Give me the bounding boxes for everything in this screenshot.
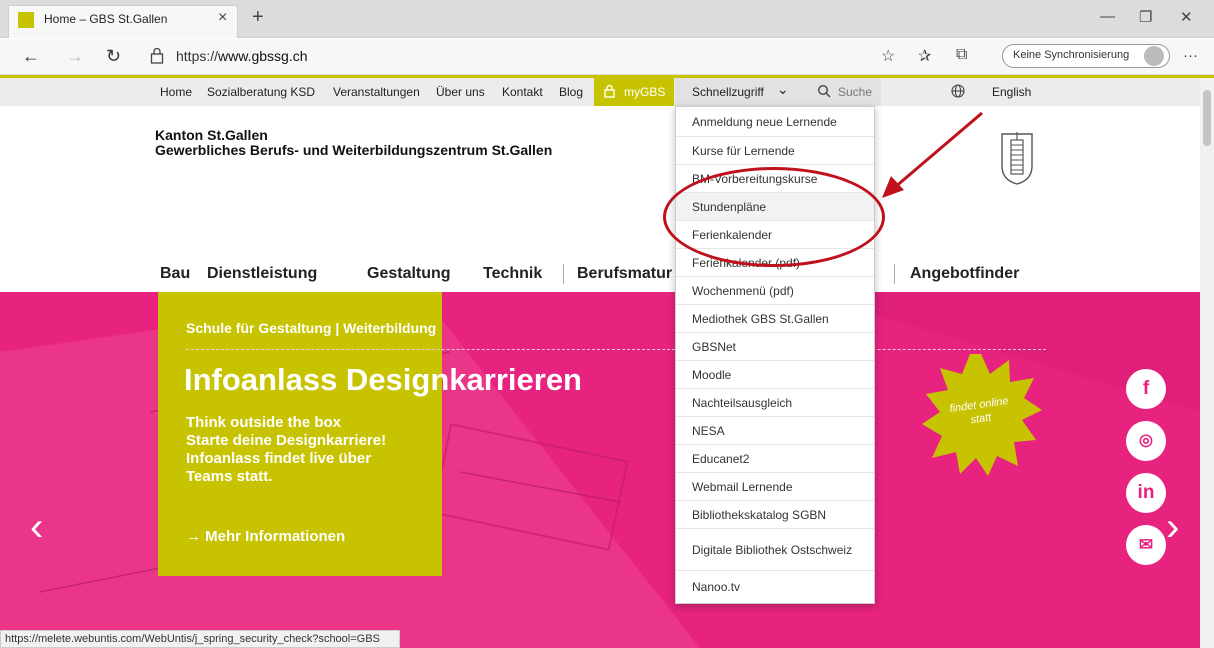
topnav-kontakt[interactable]: Kontakt (502, 85, 543, 99)
dropdown-item-webmail[interactable]: Webmail Lernende (676, 473, 874, 501)
header-line-2: Gewerbliches Berufs- und Weiterbildungsz… (155, 142, 553, 158)
star-icon[interactable]: ☆ (881, 46, 895, 66)
tab-title: Home – GBS St.Gallen (44, 12, 168, 26)
close-tab-icon[interactable]: × (218, 9, 227, 27)
carousel-next-icon[interactable]: › (1166, 505, 1179, 550)
more-icon[interactable]: ··· (1183, 47, 1198, 64)
hero-subtitle: Schule für Gestaltung | Weiterbildung (186, 320, 437, 336)
more-info-link[interactable]: → Mehr Informationen (186, 528, 345, 545)
annotation-circle (663, 167, 885, 267)
mail-icon[interactable]: ✉ (1126, 525, 1166, 565)
arrow-right-icon: → (186, 528, 206, 545)
dropdown-item-nanoo[interactable]: Nanoo.tv (676, 571, 874, 603)
dropdown-item-moodle[interactable]: Moodle (676, 361, 874, 389)
hero-body: Think outside the box Starte deine Desig… (186, 414, 386, 486)
mainnav-berufsmatur[interactable]: Berufsmatur (577, 265, 672, 283)
topnav-blog[interactable]: Blog (559, 85, 583, 99)
refresh-icon[interactable]: ↻ (106, 46, 121, 67)
nav-divider (563, 264, 564, 284)
nav-divider (894, 264, 895, 284)
avatar[interactable] (1144, 46, 1164, 66)
language-link[interactable]: English (992, 85, 1031, 99)
hero-title: Infoanlass Designkarrieren (184, 362, 582, 397)
dropdown-item-bibliothekskatalog[interactable]: Bibliothekskatalog SGBN (676, 501, 874, 529)
hero-divider (186, 349, 1046, 350)
coat-of-arms-logo[interactable] (1000, 128, 1034, 186)
chevron-down-icon: ⌄ (777, 81, 789, 97)
scrollbar-thumb[interactable] (1203, 90, 1211, 146)
dropdown-item-anmeldung[interactable]: Anmeldung neue Lernende (676, 107, 874, 137)
dropdown-item-kurse[interactable]: Kurse für Lernende (676, 137, 874, 165)
forward-icon[interactable]: → (66, 46, 84, 67)
header-line-1: Kanton St.Gallen (155, 127, 268, 143)
url-domain: www.gbssg.ch (218, 48, 308, 64)
mainnav-technik[interactable]: Technik (483, 265, 542, 283)
facebook-icon[interactable]: f (1126, 369, 1166, 409)
dropdown-item-wochenmenue[interactable]: Wochenmenü (pdf) (676, 277, 874, 305)
scrollbar[interactable] (1200, 78, 1214, 648)
lock-icon (150, 47, 164, 64)
carousel-prev-icon[interactable]: ‹ (30, 505, 43, 550)
topnav-ueber-uns[interactable]: Über uns (436, 85, 485, 99)
sync-label: Keine Synchronisierung (1013, 49, 1130, 61)
dropdown-item-digitale-bibliothek[interactable]: Digitale Bibliothek Ostschweiz (676, 529, 874, 571)
url-field[interactable]: https://www.gbssg.ch (176, 48, 308, 64)
lock-icon (604, 84, 615, 98)
topnav-veranstaltungen[interactable]: Veranstaltungen (333, 85, 420, 99)
topnav-home[interactable]: Home (160, 85, 192, 99)
dropdown-item-mediothek[interactable]: Mediothek GBS St.Gallen (676, 305, 874, 333)
url-prefix: https:// (176, 48, 219, 64)
topnav-sozialberatung[interactable]: Sozialberatung KSD (207, 85, 315, 99)
dropdown-item-nesa[interactable]: NESA (676, 417, 874, 445)
mainnav-angebotfinder[interactable]: Angebotfinder (910, 265, 1019, 283)
new-tab-button[interactable]: + (252, 6, 264, 29)
dropdown-item-nachteilsausgleich[interactable]: Nachteilsausgleich (676, 389, 874, 417)
status-bar-url: https://melete.webuntis.com/WebUntis/j_s… (0, 630, 400, 648)
favicon-icon (18, 12, 34, 28)
search-icon[interactable] (817, 84, 831, 98)
instagram-icon[interactable]: ◎ (1126, 421, 1166, 461)
search-input[interactable]: Suche (838, 85, 872, 99)
collections-icon[interactable]: ⧉ (956, 46, 967, 64)
hero-body-line: Starte deine Designkarriere! (186, 432, 387, 449)
hero-body-line: Infoanlass findet live über (186, 450, 372, 467)
mygbs-label: myGBS (624, 85, 666, 99)
annotation-arrow (882, 111, 983, 198)
linkedin-icon[interactable]: in (1126, 473, 1166, 513)
schnellzugriff-label: Schnellzugriff (692, 85, 764, 99)
mainnav-bau[interactable]: Bau (160, 265, 190, 283)
close-window-button[interactable]: ✕ (1180, 8, 1193, 26)
mainnav-gestaltung[interactable]: Gestaltung (367, 265, 451, 283)
back-icon[interactable]: ← (22, 46, 40, 67)
dropdown-item-educanet2[interactable]: Educanet2 (676, 445, 874, 473)
more-info-label: Mehr Informationen (205, 528, 346, 545)
mainnav-dienstleistung[interactable]: Dienstleistung (207, 265, 317, 283)
restore-button[interactable]: ❐ (1139, 8, 1152, 26)
globe-icon (951, 84, 965, 98)
favorites-icon[interactable]: ✰ (918, 46, 931, 66)
minimize-button[interactable]: — (1100, 8, 1115, 25)
hero-body-line: Think outside the box (186, 414, 342, 431)
page-title: Kanton St.Gallen Gewerbliches Berufs- un… (155, 128, 552, 158)
hero-body-line: Teams statt. (186, 468, 273, 485)
dropdown-item-gbsnet[interactable]: GBSNet (676, 333, 874, 361)
